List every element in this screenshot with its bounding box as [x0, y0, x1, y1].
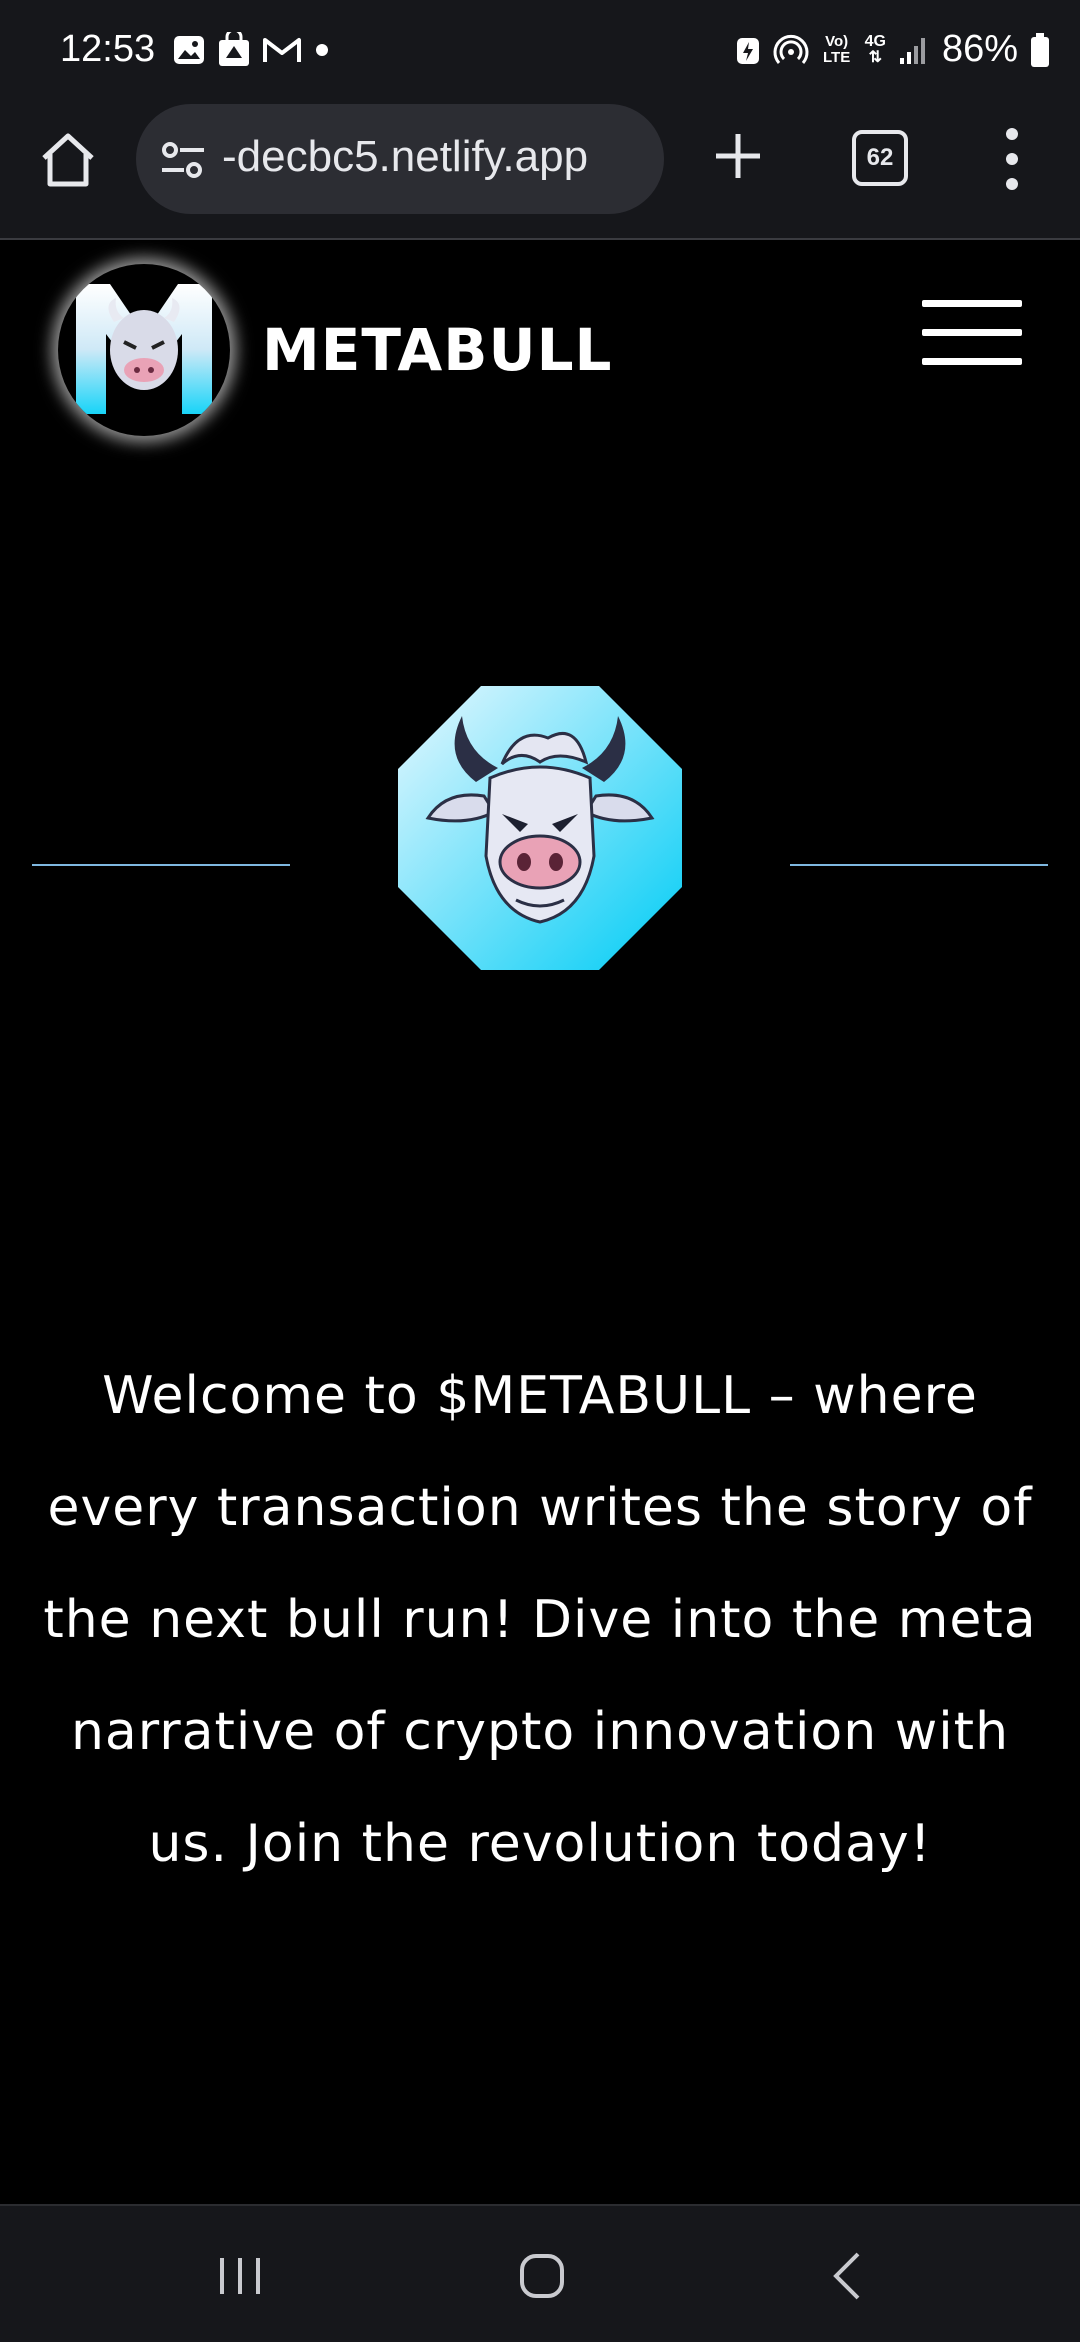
- bull-emblem-icon: [398, 686, 682, 970]
- hamburger-line: [922, 300, 1022, 307]
- hamburger-line: [922, 358, 1022, 365]
- url-text[interactable]: -decbc5.netlify.app: [222, 132, 588, 182]
- tab-count: 62: [866, 144, 894, 171]
- divider-left: [32, 864, 290, 866]
- recent-apps-icon[interactable]: [216, 2254, 264, 2298]
- divider-right: [790, 864, 1048, 866]
- hotspot-icon: [773, 34, 809, 64]
- bull-logo-icon: [76, 284, 212, 414]
- volte-icon: Vo) LTE: [822, 32, 851, 66]
- system-status: Vo) LTE 4G ⇅ 86%: [735, 28, 1050, 71]
- gmail-icon: [263, 38, 301, 62]
- welcome-text: Welcome to $METABULL – where every trans…: [43, 1366, 1037, 1874]
- network-type-label: 4G: [864, 32, 886, 50]
- shopping-bag-icon: [219, 32, 249, 66]
- address-bar[interactable]: -decbc5.netlify.app: [136, 104, 664, 214]
- dot-icon: [316, 44, 328, 56]
- battery-saver-icon: [736, 37, 759, 64]
- signal-icon: [899, 37, 925, 64]
- system-navigation-bar: [0, 2204, 1080, 2342]
- home-icon[interactable]: [36, 128, 100, 192]
- site-logo[interactable]: [58, 264, 230, 436]
- browser-toolbar: -decbc5.netlify.app 62: [0, 100, 1080, 240]
- tab-switcher-button[interactable]: 62: [852, 130, 908, 186]
- gallery-icon: [174, 36, 204, 64]
- status-bar: 12:53 Vo) LTE 4G ⇅ 86%: [0, 0, 1080, 100]
- notification-icons: [172, 32, 332, 68]
- site-settings-icon[interactable]: [160, 138, 206, 182]
- status-time: 12:53: [60, 28, 156, 70]
- brand-name[interactable]: METABULL: [262, 316, 613, 384]
- nav-home-icon[interactable]: [518, 2250, 566, 2302]
- new-tab-icon[interactable]: [708, 126, 768, 186]
- battery-icon: [1031, 32, 1049, 67]
- hamburger-line: [922, 329, 1022, 336]
- hamburger-menu-icon[interactable]: [922, 300, 1022, 372]
- data-arrows-icon: ⇅: [868, 48, 882, 66]
- more-options-icon[interactable]: [998, 124, 1026, 194]
- network-4g-icon: 4G ⇅: [864, 32, 886, 66]
- back-icon[interactable]: [826, 2250, 866, 2302]
- battery-percent: 86%: [941, 28, 1018, 70]
